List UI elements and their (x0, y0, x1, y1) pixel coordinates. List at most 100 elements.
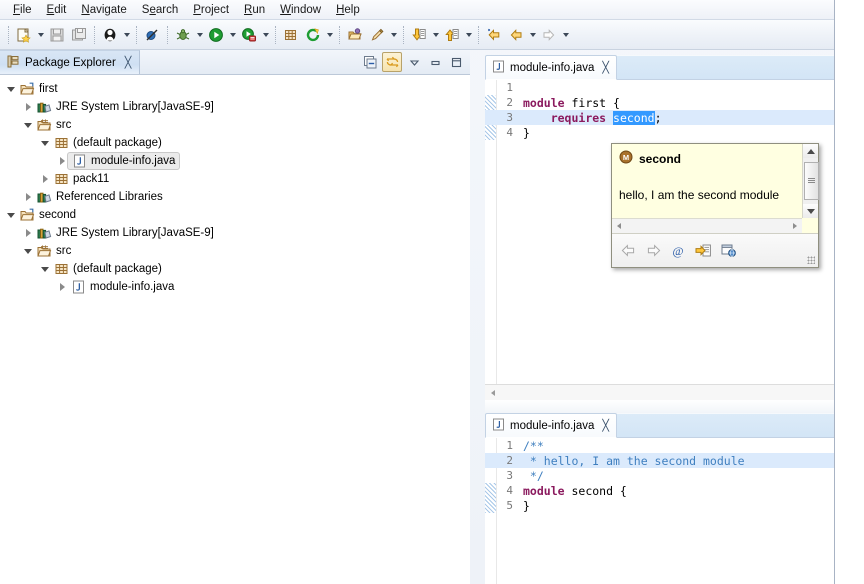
previous-annotation-icon[interactable] (441, 24, 463, 46)
collapse-all-button[interactable] (361, 53, 379, 71)
tree-item-referenced-libraries[interactable]: Referenced Libraries (0, 188, 470, 206)
menu-edit[interactable]: Edit (40, 2, 75, 18)
view-menu-button[interactable] (405, 53, 423, 71)
search-dropdown-arrow[interactable] (388, 24, 399, 46)
scroll-thumb[interactable] (804, 162, 819, 200)
collapse-triangle-icon[interactable] (38, 135, 52, 151)
back-icon[interactable] (505, 24, 527, 46)
run-dropdown-arrow[interactable] (227, 24, 238, 46)
next-annotation-dropdown-arrow[interactable] (430, 24, 441, 46)
external-tools-icon[interactable] (302, 24, 324, 46)
menu-run[interactable]: Run (237, 2, 273, 18)
tree-item-default-package[interactable]: (default package) (0, 134, 470, 152)
menu-navigate[interactable]: Navigate (74, 2, 134, 18)
tree-item-jre-system-library[interactable]: JRE System Library [JavaSE-9] (0, 224, 470, 242)
tree-item-module-info-java[interactable]: module-info.java (0, 278, 470, 296)
at-javadoc-icon[interactable]: @ (669, 242, 687, 260)
close-icon[interactable]: ╳ (602, 419, 609, 432)
collapse-triangle-icon[interactable] (21, 243, 35, 259)
popup-vertical-scrollbar[interactable] (802, 144, 819, 218)
code-editor-bottom[interactable]: 1/** 2 * hello, I am the second module 3 *… (485, 438, 834, 584)
save-all-icon[interactable] (68, 24, 90, 46)
resize-grip[interactable] (807, 256, 815, 264)
project-tree[interactable]: first JRE System Library [JavaSE-9] src (de… (0, 75, 470, 584)
expand-triangle-icon[interactable] (21, 99, 35, 115)
scroll-track[interactable] (500, 385, 834, 400)
new-wizard-dropdown-arrow[interactable] (35, 24, 46, 46)
forward-dropdown-arrow[interactable] (560, 24, 571, 46)
open-external-browser-icon[interactable] (719, 242, 737, 260)
scroll-right-arrow-icon[interactable] (788, 219, 802, 233)
open-declaration-icon[interactable] (694, 242, 712, 260)
code-line[interactable]: 1 /** (485, 438, 834, 453)
skip-breakpoints-icon[interactable] (141, 24, 163, 46)
open-type-icon[interactable] (344, 24, 366, 46)
code-line[interactable]: 5} (485, 498, 834, 513)
code-line[interactable]: 1 (485, 80, 834, 95)
expand-triangle-icon[interactable] (38, 171, 52, 187)
code-line[interactable]: 4} (485, 125, 834, 140)
collapse-triangle-icon[interactable] (38, 261, 52, 277)
tree-item-second[interactable]: second (0, 206, 470, 224)
back-icon[interactable] (619, 242, 637, 260)
previous-annotation-dropdown-arrow[interactable] (463, 24, 474, 46)
expand-triangle-icon[interactable] (21, 189, 35, 205)
close-icon[interactable]: ╳ (602, 61, 609, 74)
editor-sash[interactable] (485, 400, 834, 413)
close-icon[interactable]: ╳ (125, 56, 132, 69)
print-dropdown-arrow[interactable] (121, 24, 132, 46)
code-line[interactable]: 3 requires second; (485, 110, 834, 125)
minimize-button[interactable] (426, 53, 444, 71)
menu-help[interactable]: Help (329, 2, 368, 18)
tab-package-explorer[interactable]: Package Explorer ╳ (0, 50, 141, 74)
last-edit-location-icon[interactable] (483, 24, 505, 46)
save-icon[interactable] (46, 24, 68, 46)
scroll-left-arrow-icon[interactable] (612, 219, 626, 233)
tree-item-first[interactable]: first (0, 80, 470, 98)
collapse-triangle-icon[interactable] (4, 81, 18, 97)
print-icon[interactable] (99, 24, 121, 46)
search-icon[interactable] (366, 24, 388, 46)
new-wizard-icon[interactable] (13, 24, 35, 46)
external-tools-dropdown-arrow[interactable] (324, 24, 335, 46)
expand-triangle-icon[interactable] (21, 225, 35, 241)
code-line[interactable]: 2 * hello, I am the second module (485, 453, 834, 468)
tab-module-info-top[interactable]: module-info.java ╳ (485, 55, 618, 80)
menu-search[interactable]: Search (135, 2, 186, 18)
selected-tree-item[interactable]: module-info.java (67, 152, 181, 170)
collapse-triangle-icon[interactable] (21, 117, 35, 133)
code-line[interactable]: 3 */ (485, 468, 834, 483)
debug-dropdown-arrow[interactable] (194, 24, 205, 46)
horizontal-scrollbar-top[interactable] (485, 384, 834, 400)
new-java-package-icon[interactable] (280, 24, 302, 46)
tree-item-pack11[interactable]: pack11 (0, 170, 470, 188)
code-line[interactable]: 2 module first { (485, 95, 834, 110)
forward-icon[interactable] (538, 24, 560, 46)
code-line[interactable]: 4 module second { (485, 483, 834, 498)
expand-triangle-icon[interactable] (55, 279, 69, 295)
menu-project[interactable]: Project (186, 2, 237, 18)
debug-icon[interactable] (172, 24, 194, 46)
menu-window[interactable]: Window (273, 2, 329, 18)
scroll-down-arrow-icon[interactable] (803, 204, 818, 218)
selected-token[interactable]: second (613, 110, 655, 125)
link-with-editor-button[interactable] (382, 52, 402, 72)
maximize-button[interactable] (447, 53, 465, 71)
tree-item-jre-system-library[interactable]: JRE System Library [JavaSE-9] (0, 98, 470, 116)
tree-item-src[interactable]: src (0, 242, 470, 260)
tree-item-default-package[interactable]: (default package) (0, 260, 470, 278)
run-icon[interactable] (205, 24, 227, 46)
coverage-icon[interactable] (238, 24, 260, 46)
scroll-left-arrow-icon[interactable] (485, 385, 500, 400)
tree-item-src[interactable]: src (0, 116, 470, 134)
popup-horizontal-scrollbar[interactable] (612, 218, 802, 233)
tab-module-info-bottom[interactable]: module-info.java ╳ (485, 413, 618, 438)
back-dropdown-arrow[interactable] (527, 24, 538, 46)
scroll-up-arrow-icon[interactable] (803, 144, 818, 158)
collapse-triangle-icon[interactable] (4, 207, 18, 223)
tree-item-module-info-java[interactable]: module-info.java (0, 152, 470, 170)
menu-file[interactable]: File (6, 2, 40, 18)
forward-icon[interactable] (644, 242, 662, 260)
javadoc-hover-popup[interactable]: M second hello, I am the second module @ (611, 143, 819, 268)
coverage-dropdown-arrow[interactable] (260, 24, 271, 46)
